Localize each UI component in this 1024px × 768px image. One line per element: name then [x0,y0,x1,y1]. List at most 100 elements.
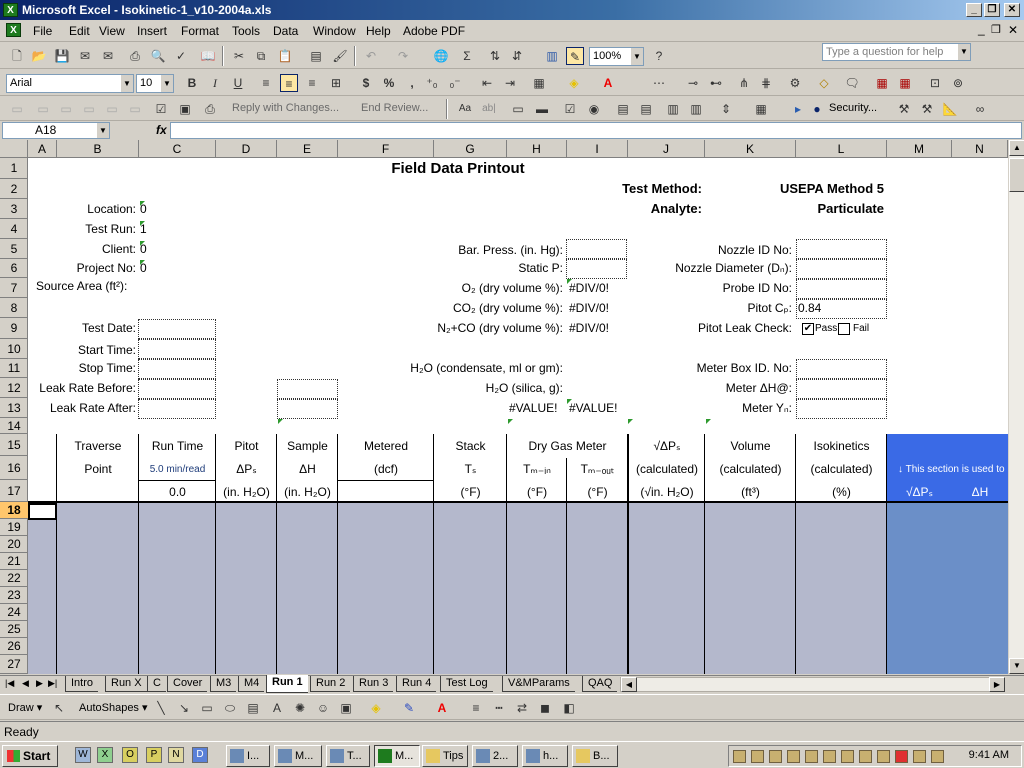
tab-test-log[interactable]: Test Log [440,676,493,692]
n2co-value[interactable]: #DIV/0! [569,321,609,335]
tab-run-x[interactable]: Run X [105,676,147,692]
leak-after-vac-input[interactable] [277,399,338,419]
textbox-icon[interactable]: ▤ [244,699,262,717]
row-header[interactable]: 8 [0,298,28,318]
font-color-icon[interactable]: A [599,74,617,92]
scroll-up-button[interactable]: ▲ [1009,140,1024,156]
scroll-bar-icon[interactable]: ▥ [664,100,682,118]
decrease-decimal-icon[interactable]: ₀⁻ [446,74,464,92]
hyperlink-icon[interactable]: 🌐 [432,47,450,65]
tray-icon[interactable] [841,750,854,763]
tray-icon[interactable] [913,750,926,763]
frame-icon[interactable]: ▭ [509,100,527,118]
drawing-icon[interactable]: ✎ [566,47,584,65]
permission-icon[interactable]: ✉ [76,47,94,65]
arrow-icon[interactable]: ↘ [175,699,193,717]
italic-button[interactable]: I [206,74,224,92]
taskbar-item-active[interactable]: M... [374,745,420,767]
rectangle-icon[interactable]: ▭ [198,699,216,717]
row-header[interactable]: 25 [0,621,28,638]
draw-font-color-icon[interactable]: A [433,699,451,717]
meter-yd-input[interactable] [796,399,887,419]
clipart-icon[interactable]: ☺ [314,699,332,717]
prev-sheet-button[interactable]: ◀ [22,678,29,689]
tab-run-2[interactable]: Run 2 [310,676,351,692]
menu-insert[interactable]: Insert [137,24,167,38]
worksheet[interactable]: A B C D E F G H I J K L M N 1 2 3 4 5 6 … [0,140,1008,674]
doc-minimize-button[interactable]: _ [978,22,985,36]
row-header[interactable]: 3 [0,199,28,219]
stop-time-input[interactable] [138,359,216,379]
end-review-button[interactable]: End Review... [361,102,428,114]
oval-icon[interactable]: ⬭ [221,699,239,717]
tab-c[interactable]: C [147,676,166,692]
vb-editor-icon[interactable]: ⚒ [895,100,913,118]
line-icon[interactable]: ╲ [152,699,170,717]
minimize-button[interactable]: _ [966,3,982,17]
excel-quicklaunch-icon[interactable]: X [97,747,113,763]
currency-button[interactable]: $ [357,74,375,92]
col-header-b[interactable]: B [57,140,139,158]
tab-m4[interactable]: M4 [238,676,265,692]
tab-run-4[interactable]: Run 4 [396,676,437,692]
row-header[interactable]: 10 [0,339,28,359]
comma-button[interactable]: , [403,74,421,92]
percent-button[interactable]: % [380,74,398,92]
analyte-value[interactable]: Particulate [740,201,884,216]
show-icon[interactable]: ▭ [103,100,121,118]
next-sheet-button[interactable]: ▶ [36,678,43,689]
copy-icon[interactable]: ⧉ [252,47,270,65]
trace-dependents-icon[interactable]: ⊷ [707,74,725,92]
scroll-down-button[interactable]: ▼ [1009,658,1024,674]
name-box[interactable]: A18 ▼ [2,122,110,139]
col-header-m[interactable]: M [887,140,952,158]
chart-wizard-icon[interactable]: ▥ [543,47,561,65]
track-icon[interactable]: ☑ [152,100,170,118]
menu-view[interactable]: View [99,24,125,38]
tab-run-1[interactable]: Run 1 [266,675,308,693]
row-header[interactable]: 27 [0,655,28,674]
scroll-thumb[interactable] [1009,158,1024,192]
align-left-icon[interactable]: ≡ [257,74,275,92]
arrow-style-icon[interactable]: ⇄ [513,699,531,717]
font-size-select[interactable]: 10 ▼ [136,74,174,93]
evaluate-formula-icon[interactable]: ⊚ [949,74,967,92]
col-header-c[interactable]: C [139,140,216,158]
tray-icon[interactable] [787,750,800,763]
excel-icon[interactable]: X [3,3,18,17]
menu-window[interactable]: Window [313,24,356,38]
taskbar-item[interactable]: 2... [472,745,518,767]
row-header[interactable]: 6 [0,259,28,278]
notepad-quicklaunch-icon[interactable]: N [168,747,184,763]
research-icon[interactable]: 📖 [199,47,217,65]
value-error-2[interactable]: #VALUE! [569,401,617,415]
fill-color-icon[interactable]: ◈ [565,74,583,92]
loop-icon[interactable]: ∞ [971,100,989,118]
tray-icon[interactable] [823,750,836,763]
tab-cover[interactable]: Cover [167,676,208,692]
data-area[interactable] [28,503,887,674]
combo-box-icon[interactable]: ▤ [637,100,655,118]
ppt-quicklaunch-icon[interactable]: P [146,747,162,763]
draw-menu[interactable]: Draw ▾ [8,701,42,714]
text-field-button[interactable]: ab| [480,100,498,118]
row-header[interactable]: 18 [0,502,28,519]
menu-file[interactable]: File [33,24,52,38]
document-icon[interactable]: X [6,23,21,37]
tab-qaq[interactable]: QAQ [582,676,618,692]
align-center-icon[interactable]: ≡ [280,74,298,92]
circle-invalid-icon[interactable]: ▦ [873,74,891,92]
increase-indent-icon[interactable]: ⇥ [501,74,519,92]
hdr-run-rate[interactable]: 5.0 min/read [139,464,216,475]
pitot-cp-input[interactable] [796,299,887,319]
row-header[interactable]: 22 [0,570,28,587]
autoshapes-menu[interactable]: AutoShapes ▾ [79,701,148,714]
scroll-left-button[interactable]: ◀ [621,677,637,692]
wordart-icon[interactable]: A [268,699,286,717]
taskbar-item[interactable]: h... [522,745,568,767]
trace-error-icon[interactable]: ⚙ [786,74,804,92]
clipboard-icon[interactable]: ▤ [307,47,325,65]
clock[interactable]: 9:41 AM [969,749,1009,761]
row-header[interactable]: 19 [0,519,28,536]
cut-icon[interactable]: ✂ [230,47,248,65]
